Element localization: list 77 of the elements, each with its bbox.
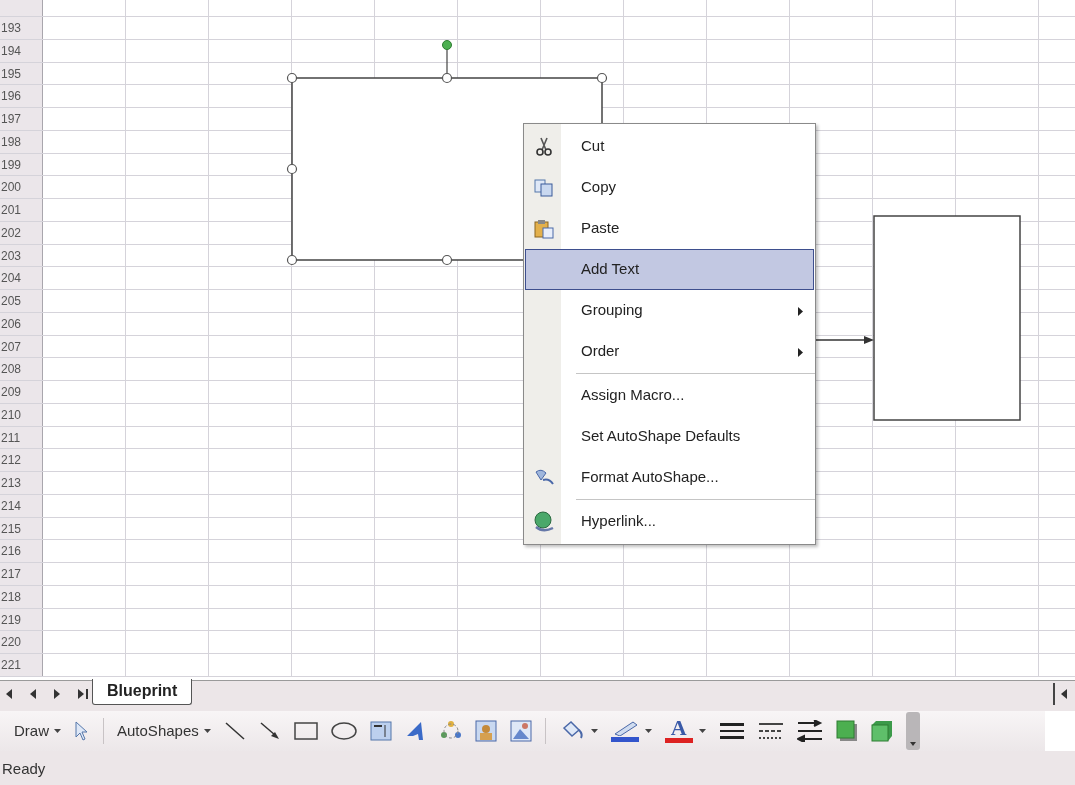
row-header[interactable]: 214 <box>0 494 43 517</box>
row-header[interactable]: 203 <box>0 244 43 267</box>
cube-icon[interactable] <box>870 720 893 742</box>
arrow-icon[interactable] <box>258 721 281 741</box>
row-header[interactable]: 216 <box>0 540 43 562</box>
row-header[interactable]: 221 <box>0 654 43 676</box>
submenu-arrow-icon <box>798 307 803 316</box>
font-color-letter: A <box>670 719 687 737</box>
row-header[interactable]: 213 <box>0 472 43 494</box>
line-style-icon[interactable] <box>718 721 745 741</box>
row-header[interactable]: 204 <box>0 267 43 289</box>
line-icon[interactable] <box>223 721 246 741</box>
row-header[interactable]: 198 <box>0 130 43 153</box>
pointer-icon[interactable] <box>74 721 90 741</box>
status-text: Ready <box>2 760 46 777</box>
dash-style-icon[interactable] <box>757 721 784 741</box>
rectangle-icon[interactable] <box>293 722 318 740</box>
menu-item[interactable]: Copy <box>525 167 814 208</box>
caret-icon <box>644 729 652 733</box>
next-sheet-icon[interactable] <box>54 689 60 699</box>
arrow-style-icon[interactable] <box>796 720 823 742</box>
row-header[interactable]: 206 <box>0 312 43 335</box>
last-sheet-icon[interactable] <box>78 689 88 699</box>
row-header[interactable]: 199 <box>0 153 43 176</box>
toolbar-options-icon[interactable] <box>905 712 920 750</box>
row-header[interactable]: 205 <box>0 290 43 312</box>
row-header[interactable]: 194 <box>0 39 43 62</box>
menu-item[interactable]: Format AutoShape... <box>525 457 814 498</box>
oval-icon[interactable] <box>330 722 357 740</box>
menu-item[interactable]: Cut <box>525 126 814 167</box>
clip-art-icon[interactable] <box>474 720 497 742</box>
menu-item[interactable]: Hyperlink... <box>525 501 814 542</box>
row-header[interactable]: 196 <box>0 85 43 107</box>
row-header[interactable]: 211 <box>0 426 43 449</box>
row-header[interactable]: 207 <box>0 335 43 358</box>
globe-link-icon <box>533 510 555 533</box>
scroll-left-icon[interactable] <box>1061 689 1067 699</box>
first-sheet-icon[interactable] <box>6 689 12 699</box>
shadow-icon[interactable] <box>835 720 858 742</box>
toolbar-menu-button[interactable]: Draw <box>14 719 61 743</box>
menu-item[interactable]: Order <box>525 331 814 372</box>
submenu-arrow-icon <box>798 348 803 357</box>
row-header[interactable]: 201 <box>0 199 43 221</box>
row-header[interactable]: 195 <box>0 62 43 85</box>
clipboard-icon <box>534 218 554 239</box>
toolbar-menu-button[interactable]: AutoShapes <box>117 719 211 743</box>
menu-item[interactable]: Assign Macro... <box>525 375 814 416</box>
menu-item[interactable]: Paste <box>525 208 814 249</box>
row-header[interactable]: 215 <box>0 517 43 540</box>
copy-icon <box>534 178 554 197</box>
row-header[interactable]: 197 <box>0 108 43 130</box>
row-header[interactable]: 220 <box>0 631 43 653</box>
caret-icon <box>203 729 211 733</box>
text-box-icon[interactable] <box>369 721 392 741</box>
picture-icon[interactable] <box>509 720 532 742</box>
caret-icon <box>698 729 706 733</box>
menu-item[interactable]: Add Text <box>525 249 814 290</box>
row-header[interactable]: 218 <box>0 585 43 608</box>
sheet-tab[interactable]: Blueprint <box>92 679 193 705</box>
scissors-icon <box>535 136 553 157</box>
menu-item[interactable]: Set AutoShape Defaults <box>525 416 814 457</box>
caret-icon <box>590 729 598 733</box>
previous-sheet-icon[interactable] <box>30 689 36 699</box>
row-header[interactable]: 212 <box>0 449 43 471</box>
color-picker-button[interactable]: A <box>664 719 706 743</box>
row-header[interactable]: 219 <box>0 608 43 631</box>
row-header[interactable]: 208 <box>0 358 43 380</box>
row-header[interactable]: 217 <box>0 563 43 585</box>
diagram-icon[interactable] <box>439 720 462 742</box>
color-picker-button[interactable] <box>610 720 652 742</box>
row-header[interactable]: 202 <box>0 221 43 244</box>
row-header[interactable]: 209 <box>0 381 43 403</box>
row-header[interactable]: 193 <box>0 17 43 39</box>
row-header[interactable]: 200 <box>0 176 43 198</box>
menu-item[interactable]: Grouping <box>525 290 814 331</box>
caret-icon <box>54 729 61 733</box>
row-header[interactable]: 210 <box>0 403 43 426</box>
